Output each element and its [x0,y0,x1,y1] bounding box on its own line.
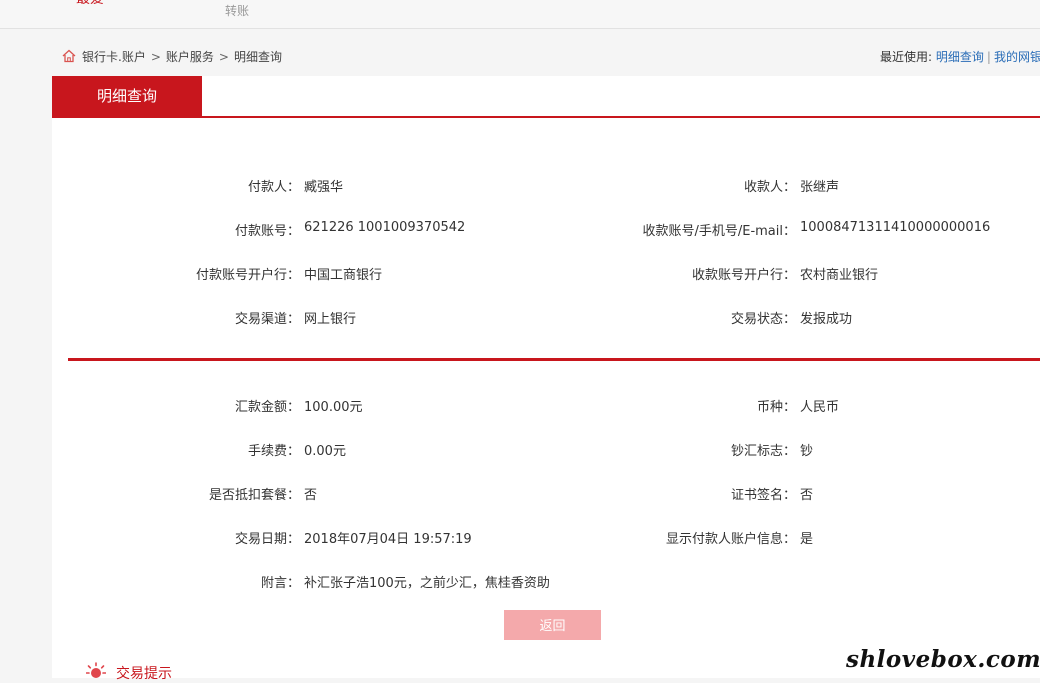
memo-value: 补汇张子浩100元，之前少汇，焦桂香资助 [304,576,550,591]
recent-link-my-ebank[interactable]: 我的网银 [994,50,1040,64]
currency-label: 币种： [756,400,796,415]
status-label: 交易状态： [730,312,796,327]
top-nav-bar: 最爱 转账 [0,0,1040,29]
channel-value: 网上银行 [304,312,357,327]
recently-used-label: 最近使用: [880,50,933,64]
panel-header-divider [52,116,1040,118]
amount-label: 汇款金额： [234,400,300,415]
nav-tab-transfer[interactable]: 转账 [225,2,249,19]
detail-panel: 明细查询 付款人： 臧强华 收款人： 张继声 付款账号： 621226 1001… [52,76,1040,682]
recent-divider: | [986,50,991,64]
cash-flag-value: 钞 [800,444,814,459]
channel-label: 交易渠道： [234,312,300,327]
cert-sign-label: 证书签名： [730,488,796,503]
breadcrumb-item-bank-card[interactable]: 银行卡.账户 [82,50,146,64]
payer-bank-label: 付款账号开户行： [195,268,300,283]
payee-label: 收款人： [743,180,796,195]
payer-account-label: 付款账号： [234,224,300,239]
nav-tab-favorites[interactable]: 最爱 [76,0,104,8]
breadcrumb-separator: > [150,50,161,64]
show-payer-info-label: 显示付款人账户信息： [665,532,796,547]
payer-value: 臧强华 [304,180,344,195]
payee-bank-value: 农村商业银行 [800,268,879,283]
date-label: 交易日期： [234,532,300,547]
fee-value: 0.00元 [304,444,346,459]
sun-icon [86,662,106,678]
breadcrumb-bar: 银行卡.账户 > 账户服务 > 明细查询 最近使用: 明细查询 | 我的网银 [52,44,1040,68]
package-value: 否 [304,488,318,503]
cert-sign-value: 否 [800,488,814,503]
breadcrumb: 银行卡.账户 > 账户服务 > 明细查询 [82,48,282,65]
watermark-text: shlovebox.com [846,646,1040,673]
breadcrumb-item-account-service[interactable]: 账户服务 [166,50,214,64]
home-icon[interactable] [62,49,76,63]
panel-tab-detail-query[interactable]: 明细查询 [52,76,202,117]
breadcrumb-item-detail-query: 明细查询 [233,50,282,64]
section-divider [68,358,1040,361]
fee-label: 手续费： [247,444,300,459]
package-label: 是否抵扣套餐： [208,488,300,503]
payer-label: 付款人： [247,180,300,195]
memo-label: 附言： [260,576,300,591]
back-button[interactable]: 返回 [504,610,601,640]
payee-bank-label: 收款账号开户行： [691,268,796,283]
date-value: 2018年07月04日 19:57:19 [304,532,472,547]
currency-value: 人民币 [800,400,840,415]
recent-link-detail-query[interactable]: 明细查询 [936,50,984,64]
payer-bank-value: 中国工商银行 [304,268,383,283]
payer-account-value: 621226 1001009370542 [304,220,466,235]
show-payer-info-value: 是 [800,532,814,547]
payee-account-label: 收款账号/手机号/E-mail： [642,224,796,239]
breadcrumb-separator: > [218,50,229,64]
transaction-tips-label[interactable]: 交易提示 [116,663,172,683]
payee-account-value: 10008471311410000000016 [800,220,991,235]
status-value: 发报成功 [800,312,853,327]
amount-value: 100.00元 [304,400,363,415]
recently-used: 最近使用: 明细查询 | 我的网银 [880,48,1040,65]
payee-value: 张继声 [800,180,840,195]
cash-flag-label: 钞汇标志： [730,444,796,459]
